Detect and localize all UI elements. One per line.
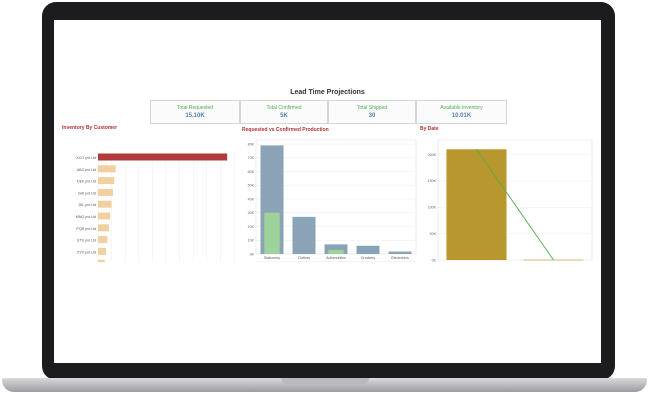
kpi-total-shipped[interactable]: Total Shipped 30 (328, 100, 416, 124)
requested-category-label: Stationery (264, 256, 280, 260)
bydate-chart: 0K50K100K150K200KNullFebruary 11, 2021 (428, 139, 593, 262)
kpi-total-requested[interactable]: Total Requested 15.10K (150, 100, 240, 124)
requested-y-tick: 50K (248, 184, 255, 188)
requested-y-tick: 0K (250, 252, 255, 256)
confirmed-bar (328, 249, 344, 254)
bydate-y-tick: 50K (430, 232, 437, 236)
requested-y-tick: 30K (248, 211, 255, 215)
requested-y-tick: 60K (248, 170, 255, 174)
requested-y-tick: 20K (248, 225, 255, 229)
inventory-bar (98, 177, 115, 185)
inventory-category-label: STU pvt Ltd (77, 239, 96, 243)
inventory-category-label: ABC pvt Ltd (77, 168, 96, 172)
kpi-value: 5K (280, 113, 288, 119)
inventory-category-label: GHI pvt Ltd (78, 191, 96, 195)
inventory-bar (98, 259, 105, 262)
inventory-category-label: PQR pvt Ltd (76, 227, 96, 231)
requested-bar (292, 216, 316, 254)
kpi-value: 10.01K (451, 113, 472, 119)
inventory-bar (98, 224, 109, 232)
inventory-category-label: JKL pvt Ltd (78, 203, 96, 207)
dashboard-screen: Lead Time Projections Total Requested 15… (54, 20, 601, 363)
requested-category-label: Crockery (361, 256, 376, 260)
bydate-bar (446, 149, 507, 260)
bydate-y-tick: 200K (428, 153, 437, 157)
inventory-bar (98, 236, 108, 244)
kpi-label: Total Shipped (356, 105, 388, 111)
inventory-bar (98, 165, 116, 173)
inventory-bar (98, 212, 111, 220)
inventory-bar (98, 247, 107, 255)
requested-y-tick: 80K (248, 142, 255, 146)
requested-chart: 0K 10K 20K 30K 40K 50K 60K 70K 80K Stationery Clot… (248, 139, 417, 262)
kpi-value: 15.10K (185, 113, 205, 119)
bydate-y-tick: 100K (428, 206, 437, 210)
kpi-available-inventory[interactable]: Available Inventory 10.01K (416, 100, 507, 124)
bydate-y-tick: 150K (428, 179, 437, 183)
inventory-category-label: MNO pvt Ltd (76, 215, 96, 219)
inventory-category-label: XYX pvt Ltd (77, 250, 96, 254)
confirmed-bar (264, 212, 280, 254)
kpi-total-confirmed[interactable]: Total Confirmed 5K (240, 100, 328, 124)
requested-y-tick: 40K (248, 197, 255, 201)
requested-y-tick: 10K (248, 239, 255, 243)
requested-bar (388, 251, 412, 254)
kpi-label: Available Inventory (440, 105, 483, 111)
bydate-y-tick: 0K (432, 258, 437, 262)
inventory-bar (98, 188, 113, 196)
inventory-category-label: DEF pvt Ltd (77, 180, 96, 184)
kpi-label: Total Confirmed (266, 105, 302, 111)
requested-category-label: Electronics (391, 256, 409, 260)
dashboard-title: Lead Time Projections (290, 89, 365, 96)
inventory-bar (98, 200, 112, 208)
kpi-label: Total Requested (176, 105, 214, 111)
requested-y-tick: 70K (248, 156, 255, 160)
requested-category-label: Automobiles (326, 256, 346, 260)
requested-category-label: Clothes (298, 256, 310, 260)
laptop-notch (281, 378, 369, 384)
inventory-chart: 0K1K2K3K4K5K6K7K8K9K10KXCG pvt LtdABC pv… (76, 153, 235, 262)
requested-bar (356, 245, 380, 254)
inventory-category-label: XCG pvt Ltd (76, 156, 96, 160)
inventory-panel-title: Inventory By Customer (62, 125, 118, 131)
inventory-bar (98, 153, 228, 161)
kpi-value: 30 (368, 113, 376, 119)
